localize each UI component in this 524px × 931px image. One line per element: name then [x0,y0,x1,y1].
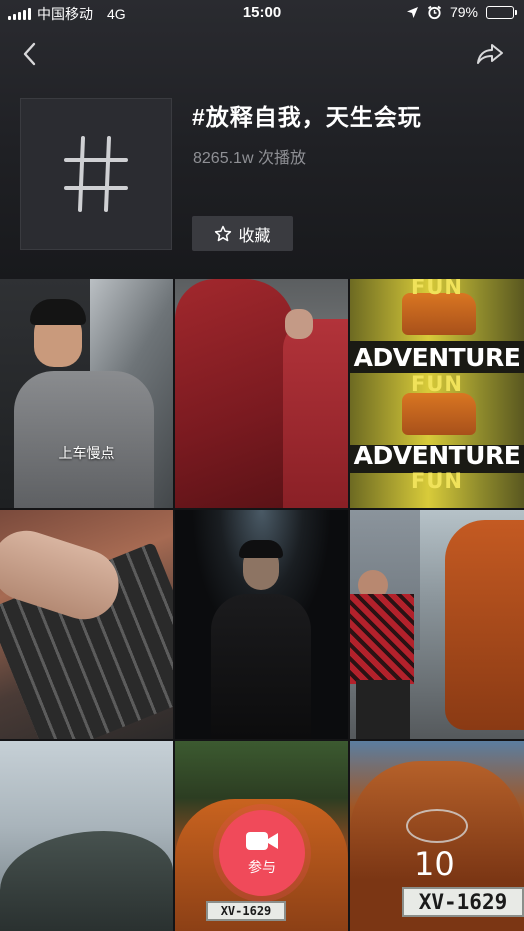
chevron-left-icon [23,42,36,66]
video-tile[interactable] [175,510,348,739]
person-suit [211,594,311,739]
video-tile[interactable] [350,510,524,739]
tile-text: FUN [411,469,463,493]
video-tile[interactable]: 上车慢点 [0,279,173,508]
hand [285,309,313,339]
battery-icon [486,5,517,19]
red-sleeve [283,319,348,508]
topic-header: 中国移动 4G 15:00 79% #放释自我，天生会玩 8265.1w 次播放… [0,0,524,279]
pants [356,680,410,739]
topic-cover [20,98,172,250]
video-camera-icon [246,832,278,850]
tile-badge: 10 [414,845,455,883]
tile-text: ADVENTURE [353,441,521,470]
back-button[interactable] [16,38,44,70]
share-button[interactable] [474,38,506,70]
video-tile[interactable] [0,741,173,931]
location-arrow-icon [406,6,418,18]
topic-play-count: 8265.1w 次播放 [193,150,306,167]
tile-text: ADVENTURE [353,343,521,372]
hashtag-icon [64,136,128,212]
tile-text: FUN [411,279,463,299]
battery-percent: 79% [449,4,478,20]
star-outline-icon [215,225,232,241]
misty-hills [0,831,173,931]
favorite-button[interactable]: 收藏 [192,216,293,251]
plaid-shirt [350,594,414,684]
favorite-label: 收藏 [238,227,271,245]
car-image [445,520,524,730]
license-plate: XV-1629 [206,901,286,921]
red-hood [175,279,295,508]
brand-logo-icon [406,809,468,843]
tile-caption: 上车慢点 [58,445,115,461]
status-right: 79% [406,4,517,20]
alarm-clock-icon [427,5,442,19]
video-tile[interactable] [0,510,173,739]
person-hair [30,299,86,325]
topic-title: #放释自我，天生会玩 [192,104,422,130]
join-label: 参与 [248,859,276,875]
license-plate: XV-1629 [402,887,524,917]
car-image [402,393,476,435]
person-suit [14,371,154,508]
tile-text: FUN [411,372,463,396]
person-hair [239,540,283,558]
share-arrow-icon [477,44,503,64]
car-image [402,293,476,335]
video-tile[interactable]: 10 XV-1629 [350,741,524,931]
join-button[interactable]: 参与 [219,810,305,896]
status-bar: 中国移动 4G 15:00 79% [0,0,524,26]
video-tile[interactable] [175,279,348,508]
video-tile[interactable]: FUN ADVENTURE FUN ADVENTURE FUN [350,279,524,508]
